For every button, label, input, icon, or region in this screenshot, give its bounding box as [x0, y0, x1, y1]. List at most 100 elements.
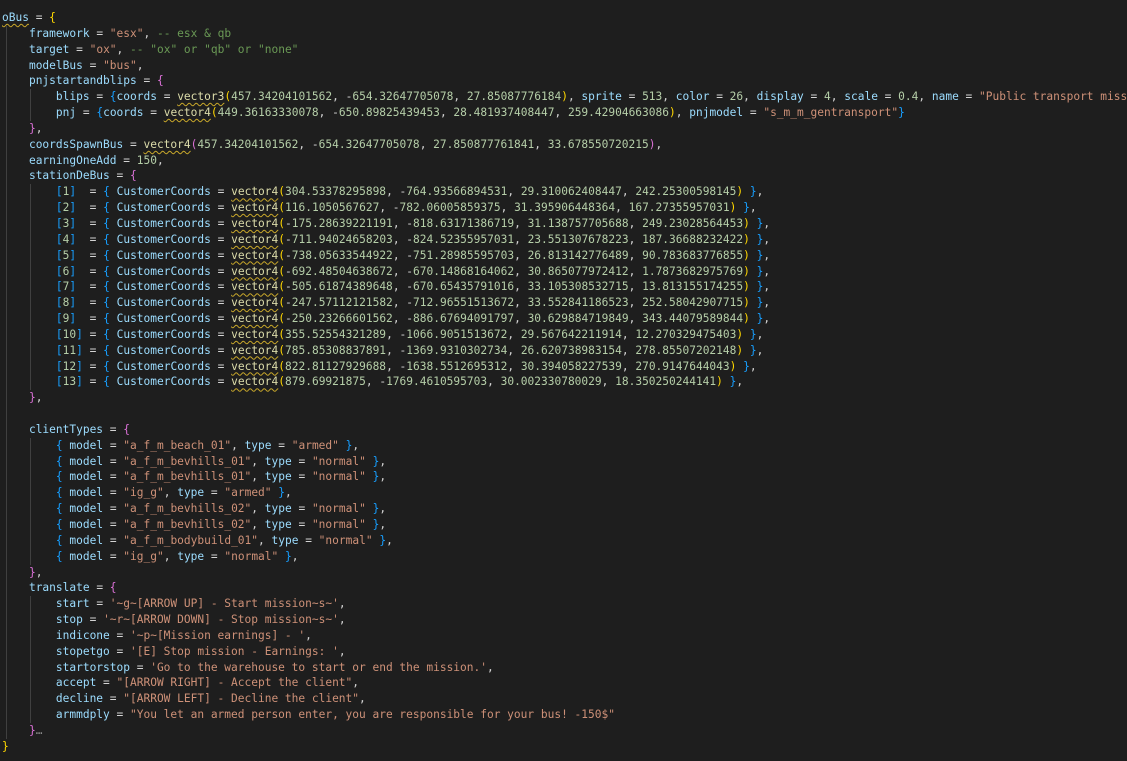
code-line[interactable]: start = '~g~[ARROW UP] - Start mission~s… [0, 596, 1127, 613]
code-line[interactable]: indicone = '~p~[Mission earnings] - ', [0, 627, 1127, 644]
indent-guide [6, 152, 7, 169]
code-line[interactable]: [9] = { CustomerCoords = vector4(-250.23… [0, 311, 1127, 327]
code-line[interactable]: oBus = { [0, 10, 1127, 26]
code-line[interactable]: }… [0, 722, 1127, 739]
code-line[interactable]: [10] = { CustomerCoords = vector4(355.52… [0, 326, 1127, 343]
code-token: = [76, 296, 104, 310]
code-token: = [210, 280, 232, 294]
code-token: , [736, 375, 744, 389]
code-token: 30.629884719849 [527, 312, 629, 326]
code-line[interactable]: { model = "a_f_m_bodybuild_01", type = "… [0, 532, 1127, 549]
code-token: 250.23266601562 [291, 312, 393, 326]
code-line[interactable]: { model = "a_f_m_bevhills_02", type = "n… [0, 517, 1127, 533]
code-token: ) [743, 296, 750, 310]
code-line[interactable]: stationDeBus = { [0, 168, 1127, 185]
code-token: , [285, 486, 292, 500]
code-token: [ [55, 296, 63, 310]
code-line[interactable]: [2] = { CustomerCoords = vector4(116.105… [0, 200, 1127, 216]
code-line[interactable]: [5] = { CustomerCoords = vector4(-738.05… [0, 247, 1127, 264]
code-token: { [156, 74, 164, 88]
code-line[interactable]: accept = "[ARROW RIGHT] - Accept the cli… [0, 675, 1127, 692]
indent-guide [30, 612, 31, 628]
indent-guide [30, 643, 31, 660]
code-token: , [338, 613, 346, 627]
code-token: { [55, 438, 63, 452]
indent-guide [30, 675, 31, 692]
code-line[interactable]: translate = { [0, 580, 1127, 597]
code-line[interactable]: framework = "esx", -- esx & qb [0, 25, 1127, 42]
code-token: 252.58042907715 [642, 296, 744, 310]
code-token: 1638.5512695312 [406, 359, 508, 373]
code-token: -- esx & qb [156, 26, 232, 40]
code-token: '[E] Stop mission - Earnings: ' [130, 644, 339, 658]
code-token: = [69, 42, 90, 56]
code-token: CustomerCoords [116, 232, 211, 246]
code-line[interactable]: [12] = { CustomerCoords = vector4(822.81… [0, 358, 1127, 375]
code-token: = [76, 185, 104, 199]
code-line[interactable]: [6] = { CustomerCoords = vector4(-692.48… [0, 263, 1127, 280]
code-line[interactable]: [11] = { CustomerCoords = vector4(785.85… [0, 342, 1127, 359]
code-line[interactable]: blips = {coords = vector3(457.3420410156… [0, 89, 1127, 106]
code-token: , [756, 185, 764, 199]
code-token: armmdply [55, 708, 110, 722]
code-line[interactable]: { model = "a_f_m_bevhills_02", type = "n… [0, 501, 1127, 517]
code-token: = [103, 502, 124, 516]
code-line[interactable]: { model = "a_f_m_beach_01", type = "arme… [0, 437, 1127, 454]
code-line[interactable]: armmdply = "You let an armed person ente… [0, 707, 1127, 723]
code-line[interactable]: [1] = { CustomerCoords = vector4(304.533… [0, 184, 1127, 201]
code-token: = [129, 660, 151, 674]
code-line[interactable]: { model = "a_f_m_bevhills_01", type = "n… [0, 453, 1127, 470]
code-line[interactable]: { model = "ig_g", type = "armed" }, [0, 485, 1127, 502]
code-line[interactable]: stopetgo = '[E] Stop mission - Earnings:… [0, 643, 1127, 660]
code-token: CustomerCoords [116, 359, 211, 373]
code-line[interactable]: [3] = { CustomerCoords = vector4(-175.28… [0, 215, 1127, 232]
code-token: 654.32647705078 [352, 90, 454, 104]
code-line[interactable]: }, [0, 120, 1127, 137]
code-line[interactable]: [7] = { CustomerCoords = vector4(-505.61… [0, 279, 1127, 296]
code-token: , [35, 565, 43, 579]
code-token: 670.65435791016 [413, 280, 515, 294]
code-line[interactable]: pnj = {coords = vector4(449.36163330078,… [0, 105, 1127, 121]
indent-guide [6, 358, 7, 375]
code-token: '~g~[ARROW UP] - Start mission~s~' [109, 597, 339, 611]
code-line[interactable] [0, 406, 1127, 422]
indent-guide [6, 532, 7, 549]
code-line[interactable]: coordsSpawnBus = vector4(457.34204101562… [0, 136, 1127, 153]
code-token: = [709, 90, 730, 104]
code-token: [ [55, 312, 63, 326]
code-token: "normal" [224, 549, 279, 563]
code-line[interactable]: [8] = { CustomerCoords = vector4(-247.57… [0, 295, 1127, 312]
code-token: 30.394058227539 [520, 359, 622, 373]
code-token: ) [648, 137, 656, 151]
code-line[interactable]: [13] = { CustomerCoords = vector4(879.69… [0, 374, 1127, 391]
code-line[interactable]: modelBus = "bus", [0, 57, 1127, 74]
code-line[interactable]: { model = "ig_g", type = "normal" }, [0, 548, 1127, 565]
code-line[interactable]: startorstop = 'Go to the warehouse to st… [0, 659, 1127, 676]
code-token: = [210, 312, 232, 326]
code-line[interactable]: }, [0, 564, 1127, 581]
code-token: earningOneAdd [28, 153, 117, 167]
code-line[interactable]: [4] = { CustomerCoords = vector4(-711.94… [0, 231, 1127, 248]
indent-guide [30, 485, 31, 502]
code-line[interactable]: } [0, 739, 1127, 755]
code-line[interactable]: pnjstartandblips = { [0, 73, 1127, 90]
code-line[interactable]: decline = "[ARROW LEFT] - Decline the cl… [0, 691, 1127, 708]
code-token: { [103, 264, 110, 278]
code-editor[interactable]: oBus = { framework = "esx", -- esx & qb … [0, 0, 1127, 761]
code-token: , - [392, 312, 414, 326]
code-line[interactable]: clientTypes = { [0, 421, 1127, 438]
code-line[interactable]: target = "ox", -- "ox" or "qb" or "none" [0, 41, 1127, 58]
code-line[interactable]: }, [0, 390, 1127, 407]
code-token: 355.52554321289 [285, 327, 387, 341]
code-token: , [514, 248, 528, 262]
code-token: 1.7873682975769 [642, 264, 744, 278]
indent-guide [6, 215, 7, 232]
code-line[interactable]: { model = "a_f_m_bevhills_01", type = "n… [0, 469, 1127, 486]
code-line[interactable]: earningOneAdd = 150, [0, 152, 1127, 169]
code-line[interactable]: stop = '~r~[ARROW DOWN] - Stop mission~s… [0, 612, 1127, 628]
code-token: 670.14868164062 [413, 264, 515, 278]
